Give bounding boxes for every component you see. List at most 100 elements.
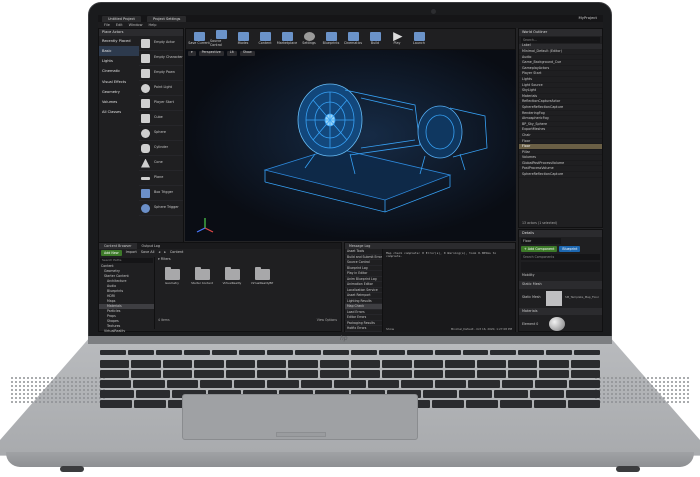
place-item[interactable]: Plane [139, 171, 183, 186]
path-search-input[interactable]: Search Paths [100, 258, 153, 263]
place-item[interactable]: Cube [139, 111, 183, 126]
save-button[interactable]: Save Current [188, 32, 210, 46]
message-text: Map check complete: 0 Error(s), 0 Warnin… [386, 251, 497, 259]
keyboard-key [445, 360, 475, 368]
keyboard-key [351, 360, 381, 368]
mesh-thumbnail [546, 290, 562, 306]
front-edge [6, 452, 694, 467]
category-visual-effects[interactable]: Visual Effects [99, 77, 139, 87]
category-volumes[interactable]: Volumes [99, 97, 139, 107]
static-mesh-value[interactable]: SM_Template_Map_Floor [565, 296, 599, 299]
keyboard-key [211, 350, 238, 355]
source-control-icon [215, 30, 227, 40]
actor-icon [141, 38, 150, 48]
keyboard-key [382, 370, 412, 378]
cinematics-button[interactable]: Cinematics [342, 32, 364, 46]
view-options-button[interactable]: View Options [317, 318, 337, 323]
title-bar: Untitled Project Project Settings MyProj… [98, 15, 603, 22]
category-geometry[interactable]: Geometry [99, 87, 139, 97]
path-breadcrumb[interactable]: Content [170, 250, 184, 255]
modes-button[interactable]: Modes [232, 32, 254, 46]
launch-button[interactable]: Launch [408, 32, 430, 46]
play-button[interactable]: Play [386, 32, 408, 46]
asset-folder[interactable]: Geometry [161, 266, 183, 285]
save-all-button[interactable]: Save All [141, 250, 155, 255]
menu-file[interactable]: File [104, 23, 110, 27]
component-search-input[interactable]: Search Components [521, 254, 600, 260]
speaker-grille-left [10, 376, 106, 404]
keyboard-key [432, 400, 464, 408]
content-button[interactable]: Content [254, 32, 276, 46]
place-item[interactable]: Sphere Trigger [139, 201, 183, 216]
asset-folder[interactable]: VirtualRealityBP [251, 266, 273, 285]
place-item[interactable]: Empty Pawn [139, 66, 183, 81]
tab-project[interactable]: Untitled Project [102, 15, 141, 22]
place-item[interactable]: Empty Character [139, 51, 183, 66]
level-viewport[interactable]: ▾ Perspective Lit Show [185, 50, 516, 241]
place-item[interactable]: Cone [139, 156, 183, 171]
outliner-search-input[interactable]: Search... [521, 37, 600, 43]
category-all-classes[interactable]: All Classes [99, 107, 139, 117]
place-item[interactable]: Cylinder [139, 141, 183, 156]
show-dropdown[interactable]: Show [386, 327, 394, 331]
tab-project-settings[interactable]: Project Settings [146, 15, 187, 22]
category-cinematic[interactable]: Cinematic [99, 66, 139, 76]
place-item[interactable]: Empty Actor [139, 36, 183, 51]
category-basic[interactable]: Basic [99, 46, 139, 57]
folder-icon [194, 266, 210, 280]
keyboard-key [288, 370, 318, 378]
menu-edit[interactable]: Edit [116, 23, 123, 27]
box-trigger-icon [141, 188, 150, 198]
keyboard-key [422, 390, 457, 398]
cube-icon [141, 113, 150, 123]
asset-label: VirtualReality [222, 280, 242, 285]
blueprints-button[interactable]: Blueprints [320, 32, 342, 46]
blueprint-button[interactable]: Blueprint [559, 246, 581, 252]
materials-section[interactable]: Materials [519, 307, 602, 316]
actor-name-field[interactable]: Floor [521, 238, 561, 244]
keyboard-key [166, 380, 199, 388]
tree-folder[interactable]: VirtualReality [99, 329, 154, 332]
message-category[interactable]: Hotfix Errors [345, 326, 382, 332]
keyboard-key [401, 380, 433, 388]
laptop: Untitled Project Project Settings MyProj… [0, 0, 700, 477]
details-panel: Details Floor + Add Component Blueprint … [518, 229, 603, 332]
keyboard-key [462, 350, 489, 355]
source-control-button[interactable]: Source Control [210, 30, 232, 48]
launch-icon [413, 32, 425, 42]
message-log: Message Log Asset Tools Build and Submit … [344, 242, 516, 332]
keyboard-key [225, 370, 255, 378]
marketplace-button[interactable]: Marketplace [276, 32, 298, 46]
forward-icon[interactable]: ▸ [164, 250, 166, 255]
asset-folder[interactable]: VirtualReality [221, 266, 243, 285]
category-recently-placed[interactable]: Recently Placed [99, 36, 139, 46]
add-component-button[interactable]: + Add Component [521, 246, 558, 252]
keyboard-key [490, 350, 517, 355]
menu-window[interactable]: Window [129, 23, 143, 27]
element-label: Element 0 [522, 321, 539, 326]
build-button[interactable]: Build [364, 32, 386, 46]
place-item[interactable]: Sphere [139, 126, 183, 141]
tab-output-log[interactable]: Output Log [137, 243, 165, 249]
keyboard-key [507, 370, 538, 378]
add-new-button[interactable]: Add New [101, 250, 122, 256]
back-icon[interactable]: ◂ [159, 250, 161, 255]
place-item[interactable]: Player Start [139, 96, 183, 111]
keyboard-key [131, 360, 161, 368]
category-lights[interactable]: Lights [99, 56, 139, 66]
keyboard-key [194, 360, 224, 368]
keyboard-key [127, 350, 154, 355]
place-item[interactable]: Box Trigger [139, 186, 183, 201]
place-item[interactable]: Point Light [139, 81, 183, 96]
asset-folder[interactable]: Starter Content [191, 266, 213, 285]
tab-content-browser[interactable]: Content Browser [99, 243, 137, 249]
outliner-row[interactable]: SphereReflectionCapture [519, 172, 602, 178]
import-button[interactable]: Import [126, 250, 137, 255]
rubber-foot [616, 466, 640, 472]
asset-label: Starter Content [191, 280, 213, 285]
static-mesh-section[interactable]: Static Mesh [519, 280, 602, 289]
settings-button[interactable]: Settings [298, 32, 320, 46]
menu-help[interactable]: Help [148, 23, 156, 27]
keyboard-key [568, 380, 601, 388]
log-filter-dropdown[interactable]: Minimal_Default - Oct 16, 2020, 1:27:08 … [451, 327, 512, 331]
